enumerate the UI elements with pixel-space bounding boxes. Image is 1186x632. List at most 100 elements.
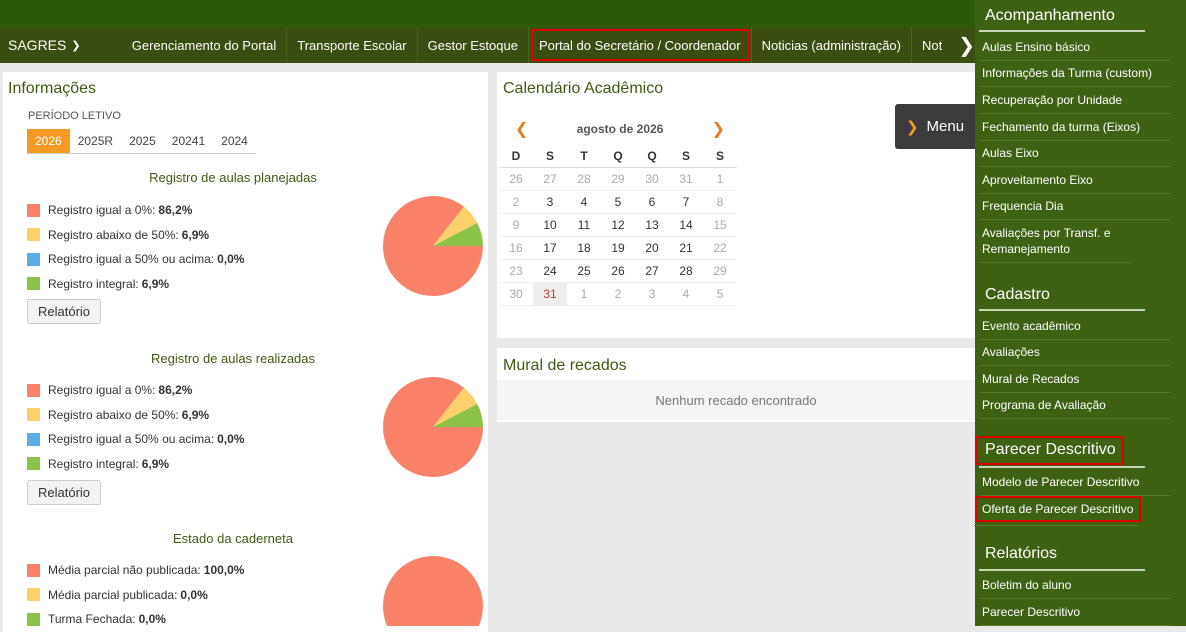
- calendar-day[interactable]: 2: [499, 190, 533, 214]
- legend-label: Registro abaixo de 50%:: [48, 407, 179, 422]
- calendar-day-today[interactable]: 31: [533, 282, 567, 306]
- calendar-day[interactable]: 1: [703, 167, 737, 191]
- sidebar-divider: [979, 466, 1145, 468]
- calendar-day[interactable]: 5: [703, 282, 737, 306]
- legend-label: Registro integral:: [48, 456, 139, 471]
- calendar-day[interactable]: 29: [703, 259, 737, 283]
- sidebar-item-informacoes-turma[interactable]: Informações da Turma (custom): [979, 65, 1170, 87]
- calendar-day[interactable]: 11: [567, 213, 601, 237]
- calendar-day[interactable]: 18: [567, 236, 601, 260]
- sidebar-item-recuperacao-unidade[interactable]: Recuperação por Unidade: [979, 92, 1170, 114]
- calendar-day[interactable]: 27: [635, 259, 669, 283]
- swatch-yellow: [27, 588, 40, 602]
- calendar-day[interactable]: 21: [669, 236, 703, 260]
- calendar-day[interactable]: 1: [567, 282, 601, 306]
- relatorio-planejadas-button[interactable]: Relatório: [27, 299, 102, 324]
- sidebar-item-parecer-descritivo-report[interactable]: Parecer Descritivo: [979, 604, 1170, 626]
- nav-transporte-escolar[interactable]: Transporte Escolar: [287, 27, 418, 63]
- tab-2025r[interactable]: 2025R: [70, 129, 121, 153]
- tab-2025[interactable]: 2025: [121, 129, 164, 153]
- calendar-day[interactable]: 14: [669, 213, 703, 237]
- sidebar-item-programa-avaliacao[interactable]: Programa de Avaliação: [979, 397, 1170, 419]
- calendar-day[interactable]: 9: [499, 213, 533, 237]
- calendar-day[interactable]: 20: [635, 236, 669, 260]
- chevron-left-icon[interactable]: ❮: [505, 119, 538, 139]
- menu-toggle-button[interactable]: ❯ Menu: [895, 104, 975, 149]
- calendar-day[interactable]: 27: [533, 167, 567, 191]
- swatch-yellow: [27, 228, 40, 242]
- calendar-day[interactable]: 2: [601, 282, 635, 306]
- sidebar-item-mural-recados[interactable]: Mural de Recados: [979, 371, 1170, 393]
- calendar-day[interactable]: 30: [635, 167, 669, 191]
- nav-noticias[interactable]: Noticias (administração): [752, 27, 912, 63]
- legend-item: Turma Fechada: 0,0%: [27, 607, 244, 632]
- chevron-right-icon[interactable]: ❯: [958, 33, 975, 58]
- calendar-day[interactable]: 26: [601, 259, 635, 283]
- chevron-right-icon[interactable]: ❯: [702, 119, 735, 139]
- sidebar-header-cadastro: Cadastro: [985, 286, 1050, 303]
- calendar-day[interactable]: 24: [533, 259, 567, 283]
- calendar-day[interactable]: 26: [499, 167, 533, 191]
- swatch-red: [27, 383, 40, 397]
- weekday-row: D S T Q Q S S: [499, 145, 737, 168]
- tab-2026[interactable]: 2026: [27, 129, 70, 153]
- sidebar-item-aulas-eixo[interactable]: Aulas Eixo: [979, 145, 1170, 167]
- relatorio-realizadas-button[interactable]: Relatório: [27, 480, 102, 505]
- calendar-day[interactable]: 3: [635, 282, 669, 306]
- sidebar-item-boletim-aluno[interactable]: Boletim do aluno: [979, 577, 1170, 599]
- sidebar-item-avaliacoes-transf[interactable]: Avaliações por Transf. e Remanejamento: [979, 225, 1132, 263]
- section-caderneta-title: Estado da caderneta: [173, 531, 293, 546]
- sidebar-divider: [979, 30, 1145, 32]
- calendar-day[interactable]: 13: [635, 213, 669, 237]
- legend-item: Registro integral: 6,9%: [27, 272, 244, 297]
- legend-value: 6,9%: [141, 456, 170, 471]
- calendar-day[interactable]: 7: [669, 190, 703, 214]
- calendar-day[interactable]: 12: [601, 213, 635, 237]
- nav-gerenciamento-portal[interactable]: Gerenciamento do Portal: [122, 27, 288, 63]
- legend-item: Registro abaixo de 50%: 6,9%: [27, 223, 244, 248]
- nav-gestor-estoque[interactable]: Gestor Estoque: [418, 27, 529, 63]
- nav-portal-secretario[interactable]: Portal do Secretário / Coordenador: [529, 27, 752, 63]
- tab-20241[interactable]: 20241: [164, 129, 213, 153]
- swatch-green: [27, 457, 40, 471]
- calendar-day[interactable]: 19: [601, 236, 635, 260]
- legend-value: 100,0%: [203, 563, 245, 578]
- sidebar-item-oferta-parecer[interactable]: Oferta de Parecer Descritivo: [973, 496, 1142, 526]
- calendar-day[interactable]: 31: [669, 167, 703, 191]
- sidebar-item-fechamento-turma[interactable]: Fechamento da turma (Eixos): [979, 119, 1170, 141]
- legend-value: 6,9%: [181, 407, 210, 422]
- calendar-day[interactable]: 3: [533, 190, 567, 214]
- nav-more-truncated[interactable]: Not: [912, 38, 942, 53]
- legend-value: 86,2%: [158, 203, 193, 218]
- tab-2024[interactable]: 2024: [213, 129, 256, 153]
- calendar-day[interactable]: 28: [567, 167, 601, 191]
- calendar-day[interactable]: 29: [601, 167, 635, 191]
- legend-value: 0,0%: [217, 432, 245, 447]
- legend-label: Média parcial publicada:: [48, 587, 178, 602]
- calendar-day[interactable]: 8: [703, 190, 737, 214]
- sidebar-item-frequencia-dia[interactable]: Frequencia Dia: [979, 198, 1170, 220]
- swatch-blue: [27, 252, 40, 266]
- calendar-day[interactable]: 22: [703, 236, 737, 260]
- calendar-day[interactable]: 30: [499, 282, 533, 306]
- calendar-week: 23 24 25 26 27 28 29: [499, 259, 737, 283]
- calendar-day[interactable]: 16: [499, 236, 533, 260]
- sidebar-item-modelo-parecer[interactable]: Modelo de Parecer Descritivo: [979, 474, 1170, 496]
- calendar-day[interactable]: 6: [635, 190, 669, 214]
- calendar-day[interactable]: 25: [567, 259, 601, 283]
- sidebar-item-aproveitamento-eixo[interactable]: Aproveitamento Eixo: [979, 172, 1170, 194]
- calendar-day[interactable]: 17: [533, 236, 567, 260]
- calendar-day[interactable]: 5: [601, 190, 635, 214]
- sidebar-header-relatorios: Relatórios: [985, 545, 1058, 562]
- calendar-day[interactable]: 15: [703, 213, 737, 237]
- calendar-day[interactable]: 10: [533, 213, 567, 237]
- calendar-day[interactable]: 4: [567, 190, 601, 214]
- legend-item: Registro igual a 0%: 86,2%: [27, 198, 244, 223]
- brand-menu[interactable]: SAGRES ❯: [0, 37, 122, 53]
- calendar-day[interactable]: 28: [669, 259, 703, 283]
- calendar-day[interactable]: 4: [669, 282, 703, 306]
- sidebar-item-evento-academico[interactable]: Evento acadêmico: [979, 318, 1170, 340]
- sidebar-item-aulas-ensino-basico[interactable]: Aulas Ensino básico: [979, 39, 1170, 61]
- sidebar-item-avaliacoes[interactable]: Avaliações: [979, 344, 1170, 366]
- calendar-day[interactable]: 23: [499, 259, 533, 283]
